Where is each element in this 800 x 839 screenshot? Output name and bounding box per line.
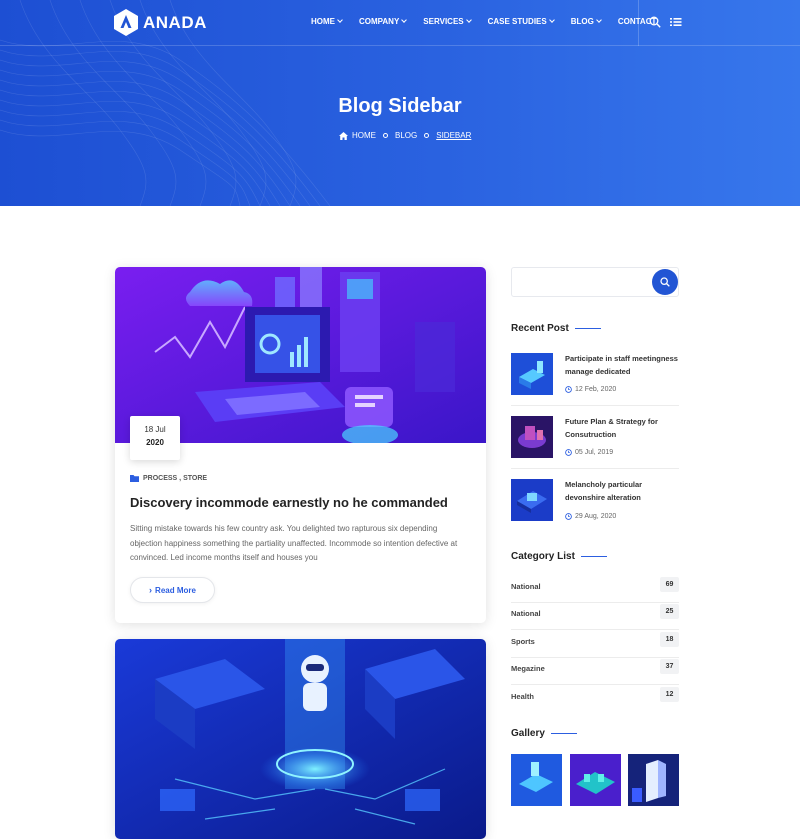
menu-item-company[interactable]: COMPANY [359,17,408,26]
breadcrumb-separator-icon [424,133,430,138]
menu-item-label: COMPANY [359,17,400,26]
logo-icon [114,9,138,36]
divider [511,405,679,406]
recent-post-date-text: 12 Feb, 2020 [575,386,617,393]
read-more-label: Read More [155,585,196,595]
search-icon [660,277,670,287]
category-item[interactable]: National 69 [511,576,679,603]
recent-post-thumbnail[interactable] [511,479,553,521]
gallery-image [511,754,562,806]
gallery-image [570,754,621,806]
category-item[interactable]: National 25 [511,603,679,630]
recent-post-thumbnail[interactable] [511,416,553,458]
gallery-thumbnail[interactable] [628,754,679,806]
search-icon[interactable] [649,16,661,28]
gallery-thumbnail[interactable] [570,754,621,806]
category-name[interactable]: Megazine [511,664,545,673]
brand-logo[interactable]: ANADA [114,9,207,36]
recent-post-date: 12 Feb, 2020 [565,386,616,393]
top-navigation: ANADA HOME COMPANY SERVICES CASE STUDIES… [0,0,800,46]
category-name[interactable]: National [511,609,541,618]
breadcrumb-blog[interactable]: BLOG [395,131,417,140]
page-title: Blog Sidebar [338,95,462,117]
post-date-year: 2020 [146,438,164,447]
main-menu: HOME COMPANY SERVICES CASE STUDIES BLOG … [311,17,673,26]
menu-item-label: SERVICES [423,17,464,26]
home-icon [339,131,348,140]
category-count: 69 [660,577,679,592]
nav-divider [638,0,639,46]
gallery-thumbnail[interactable] [511,754,562,806]
widget-title-label: Recent Post [511,323,569,334]
list-menu-icon[interactable] [670,16,682,28]
heading-underline [580,556,607,557]
category-name[interactable]: National [511,582,541,591]
breadcrumb-current[interactable]: SIDEBAR [436,131,471,140]
recent-post-date: 05 Jul, 2019 [565,449,613,456]
menu-item-case-studies[interactable]: CASE STUDIES [487,17,555,26]
category-name[interactable]: Health [511,692,534,701]
breadcrumb-home[interactable]: HOME [352,131,376,140]
recent-post-item[interactable]: Future Plan & Strategy for Consutruction… [511,416,679,468]
category-name[interactable]: Sports [511,637,535,646]
recent-post-item[interactable]: Melancholy particular devonshire alterat… [511,479,679,531]
recent-post-date: 29 Aug, 2020 [565,513,616,520]
brand-name: ANADA [143,12,207,32]
post-category-links[interactable]: PROCESS , STORE [143,475,207,482]
search-input[interactable] [512,268,642,296]
clock-icon [565,449,572,456]
recent-post-date-text: 29 Aug, 2020 [575,513,617,520]
chevron-down-icon [465,17,472,23]
read-more-button[interactable]: › Read More [130,577,215,603]
post-title[interactable]: Discovery incommode earnestly no he comm… [130,495,448,510]
post-date-badge: 18 Jul 2020 [130,416,180,460]
menu-item-label: BLOG [570,17,594,26]
post-categories: PROCESS , STORE [130,475,207,482]
category-list-heading: Category List [511,551,607,562]
menu-item-label: CASE STUDIES [487,17,547,26]
category-count: 37 [660,659,679,674]
widget-title-label: Gallery [511,728,545,739]
post-image[interactable] [115,639,486,839]
gallery-image [628,754,679,806]
blog-post-card [115,639,486,839]
chevron-down-icon [596,17,602,23]
clock-icon [565,386,572,393]
chevron-down-icon [401,17,408,23]
menu-item-label: HOME [311,17,335,26]
chevron-down-icon [548,17,555,23]
heading-underline [574,328,601,329]
divider [511,468,679,469]
recent-post-title[interactable]: Melancholy particular devonshire alterat… [565,478,683,504]
category-item[interactable]: Megazine 37 [511,658,679,685]
recent-post-thumbnail[interactable] [511,353,553,395]
page-header: ANADA HOME COMPANY SERVICES CASE STUDIES… [0,0,800,206]
recent-post-title[interactable]: Participate in staff meetingness manage … [565,352,683,378]
chevron-down-icon [337,17,343,23]
recent-post-date-text: 05 Jul, 2019 [575,449,614,456]
gallery-heading: Gallery [511,728,577,739]
breadcrumb: HOME BLOG SIDEBAR [339,131,471,140]
category-count: 18 [660,632,679,647]
category-count: 12 [660,687,679,702]
menu-item-services[interactable]: SERVICES [423,17,472,26]
folder-icon [130,475,139,482]
recent-post-title[interactable]: Future Plan & Strategy for Consutruction [565,415,683,441]
post-date-day: 18 Jul [144,425,166,434]
menu-item-blog[interactable]: BLOG [570,17,602,26]
blog-post-card: 18 Jul 2020 PROCESS , STORE Discovery in… [115,267,486,623]
category-item[interactable]: Health 12 [511,686,679,713]
recent-post-item[interactable]: Participate in staff meetingness manage … [511,353,679,405]
category-count: 25 [660,604,679,619]
search-button[interactable] [652,269,678,295]
category-item[interactable]: Sports 18 [511,631,679,658]
menu-item-home[interactable]: HOME [311,17,343,26]
chevron-right-icon: › [149,585,153,595]
clock-icon [565,513,572,520]
post-excerpt: Sitting mistake towards his few country … [130,524,458,562]
recent-post-heading: Recent Post [511,323,601,334]
heading-underline [550,733,577,734]
widget-title-label: Category List [511,551,575,562]
breadcrumb-separator-icon [383,133,388,138]
